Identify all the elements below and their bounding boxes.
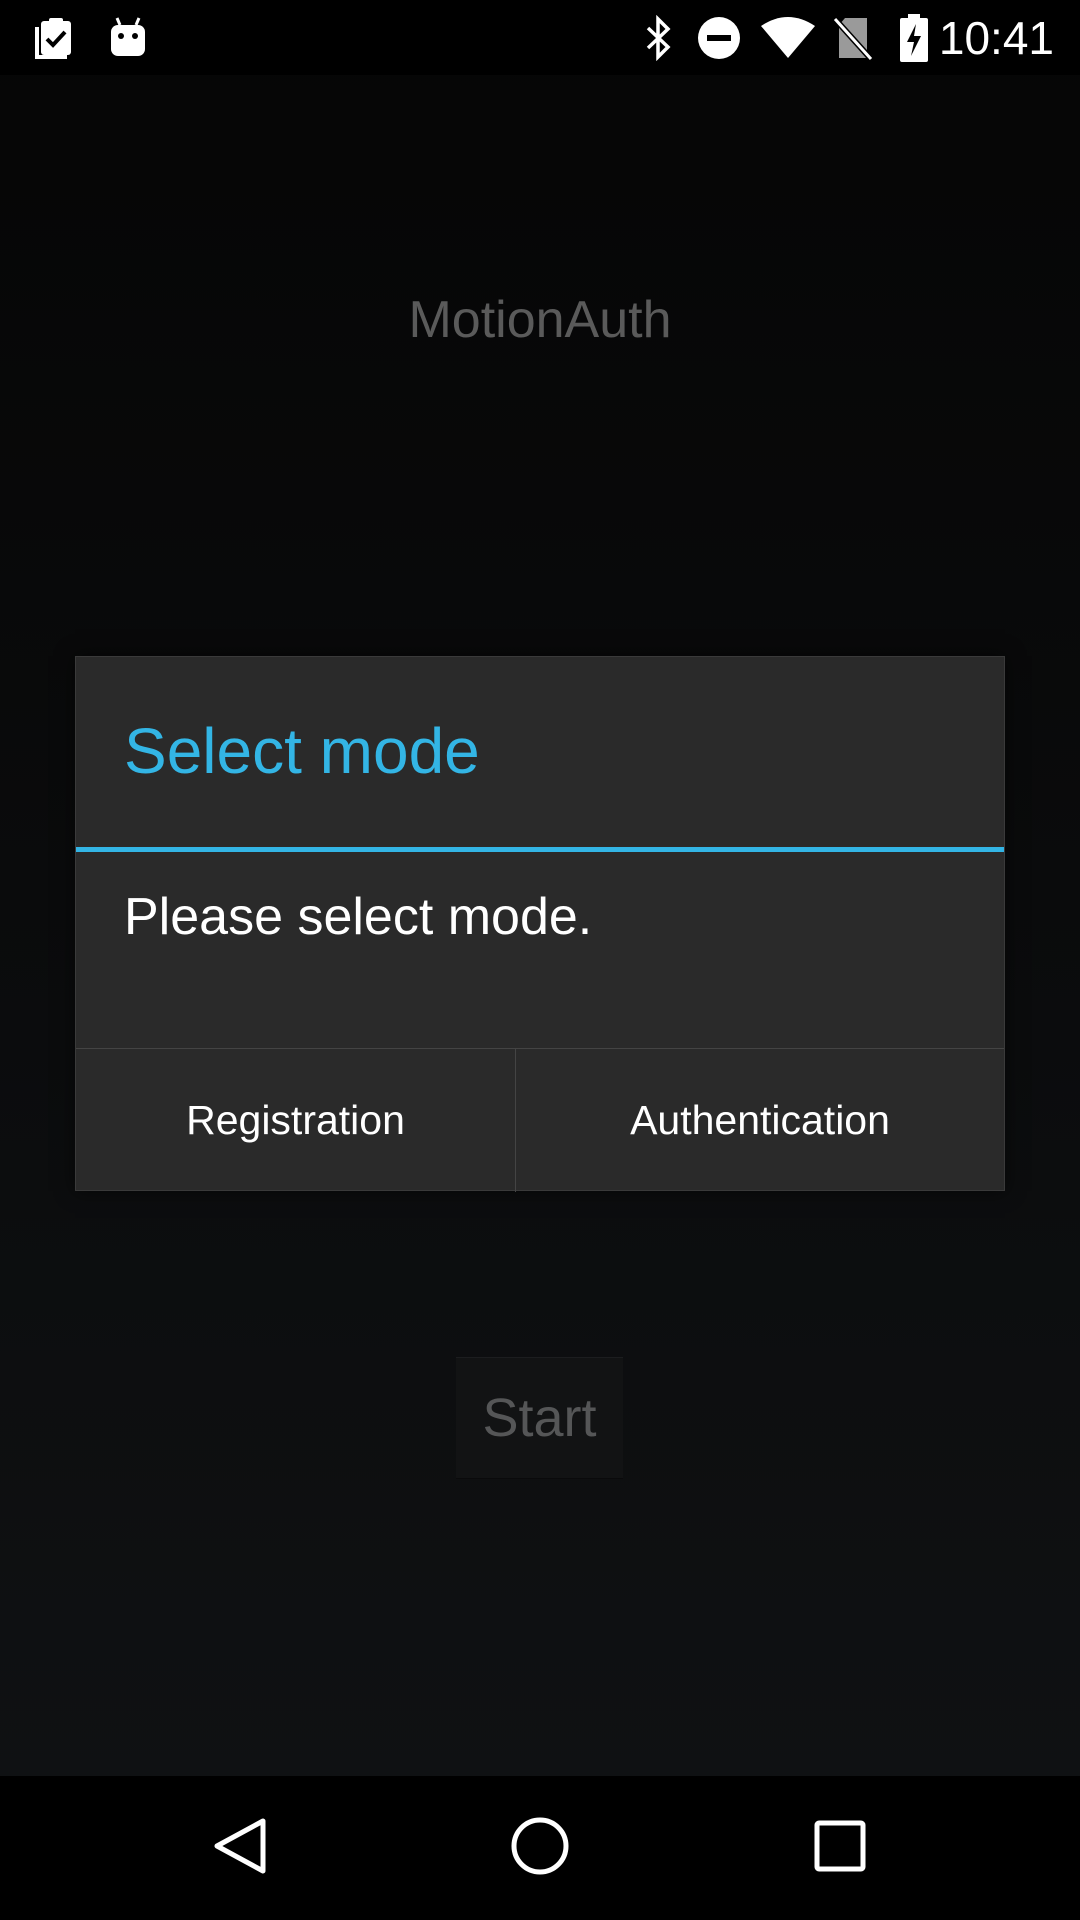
- screen: 10:41 MotionAuth Start Select mode Pleas…: [0, 0, 1080, 1920]
- navigation-bar: [0, 1776, 1080, 1920]
- do-not-disturb-icon: [694, 10, 744, 66]
- back-icon: [211, 1816, 269, 1881]
- registration-button[interactable]: Registration: [76, 1049, 516, 1192]
- dialog-button-row: Registration Authentication: [76, 1048, 1004, 1192]
- no-sim-icon: [830, 10, 876, 66]
- android-debug-icon: [104, 10, 152, 66]
- dialog-title: Select mode: [124, 715, 480, 787]
- app-title: MotionAuth: [408, 291, 672, 349]
- clipboard-check-icon: [28, 10, 80, 66]
- recents-button[interactable]: [750, 1776, 930, 1920]
- status-bar: 10:41: [0, 0, 1080, 75]
- authentication-button[interactable]: Authentication: [516, 1049, 1004, 1192]
- home-icon: [510, 1816, 570, 1881]
- recents-icon: [813, 1819, 867, 1878]
- select-mode-dialog: Select mode Please select mode. Registra…: [75, 656, 1005, 1192]
- battery-charging-icon: [896, 10, 932, 66]
- bluetooth-icon: [640, 10, 678, 66]
- dialog-message: Please select mode.: [124, 888, 593, 946]
- start-button[interactable]: Start: [456, 1357, 623, 1479]
- dialog-divider: [76, 847, 1004, 852]
- clock: 10:41: [938, 12, 1054, 64]
- home-button[interactable]: [450, 1776, 630, 1920]
- wifi-icon: [758, 10, 818, 66]
- back-button[interactable]: [150, 1776, 330, 1920]
